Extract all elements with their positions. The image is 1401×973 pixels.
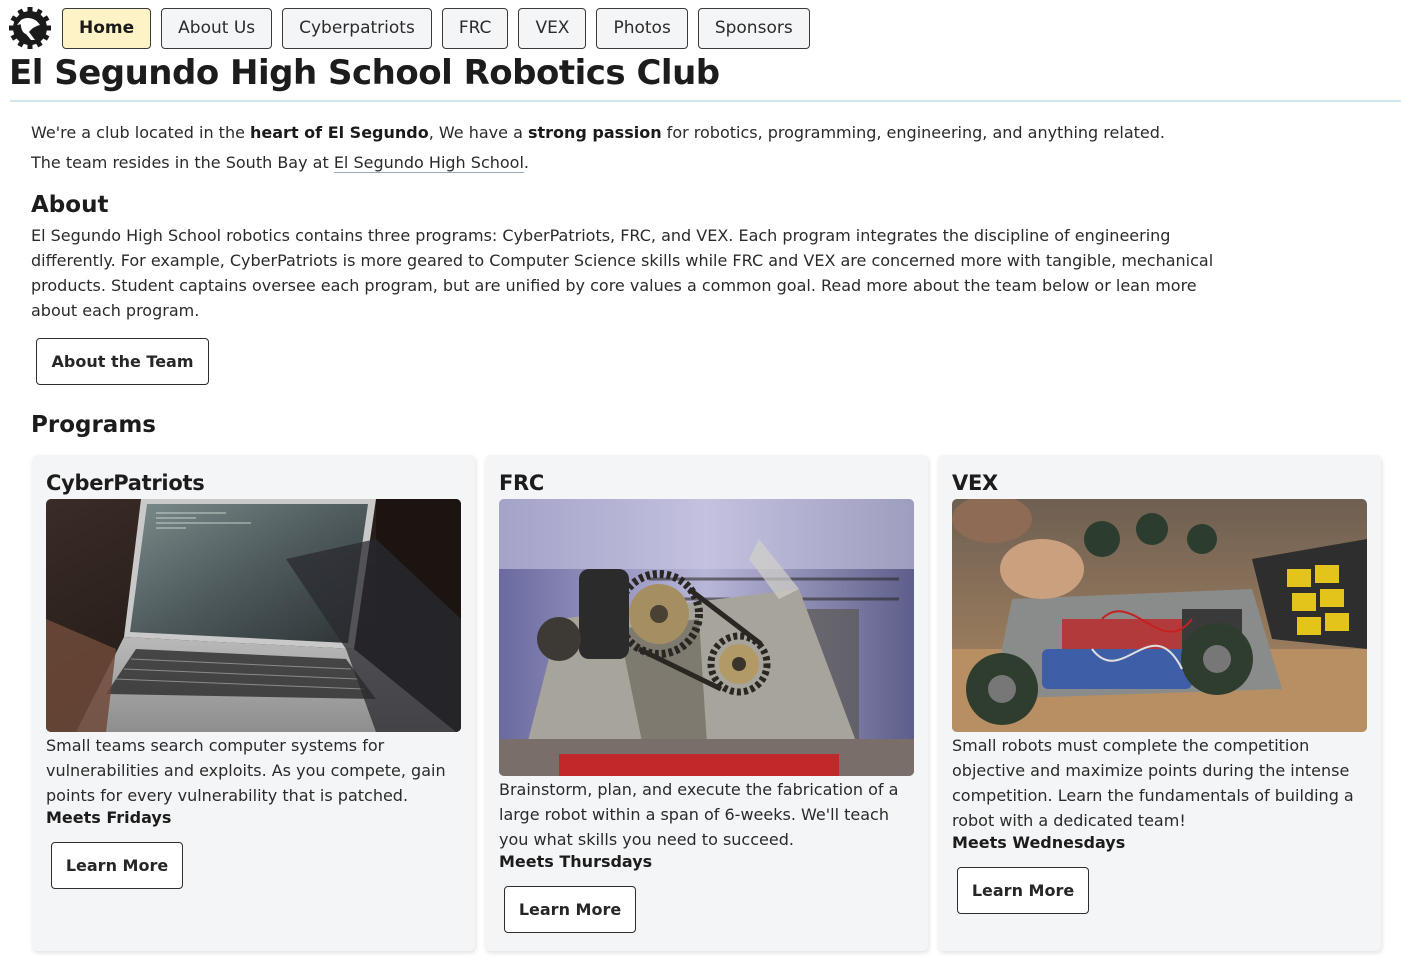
nav-sponsors[interactable]: Sponsors — [697, 7, 810, 49]
card-title: FRC — [499, 471, 545, 495]
program-card-cyberpatriots: CyberPatriots Small teams search compute… — [32, 455, 475, 951]
card-meeting-day: Meets Wednesdays — [952, 833, 1126, 852]
nav-vex[interactable]: VEX — [518, 7, 587, 49]
top-navigation: Home About Us Cyberpatriots FRC VEX Phot… — [8, 6, 820, 50]
intro-highlight: strong passion — [527, 123, 662, 142]
nav-cyberpatriots[interactable]: Cyberpatriots — [282, 7, 432, 49]
intro-text-part: We're a club located in the — [31, 123, 251, 142]
intro-text-part: for robotics, programming, engineering, … — [661, 123, 1165, 142]
card-title: CyberPatriots — [46, 471, 205, 495]
intro-text: We're a club located in the heart of El … — [31, 118, 1165, 178]
eagle-gear-logo-icon[interactable] — [8, 6, 52, 50]
card-description: Small robots must complete the competiti… — [952, 736, 1354, 830]
intro-line-1: We're a club located in the heart of El … — [31, 118, 1165, 148]
nav-home[interactable]: Home — [62, 7, 152, 49]
robot-gearbox-photo-icon — [499, 499, 914, 776]
page-title: El Segundo High School Robotics Club — [9, 53, 720, 93]
learn-more-cyberpatriots-button[interactable]: Learn More — [51, 842, 183, 889]
card-description: Brainstorm, plan, and execute the fabric… — [499, 780, 899, 849]
title-divider — [10, 100, 1401, 102]
card-meeting-day: Meets Fridays — [46, 808, 172, 827]
nav-photos[interactable]: Photos — [596, 7, 688, 49]
card-description: Small teams search computer systems for … — [46, 736, 446, 805]
card-title: VEX — [952, 471, 998, 495]
learn-more-frc-button[interactable]: Learn More — [504, 886, 636, 933]
programs-heading: Programs — [31, 412, 156, 438]
program-card-vex: VEX Small robots must complete the compe… — [938, 455, 1381, 951]
vex-robot-build-photo-icon — [952, 499, 1367, 732]
intro-highlight: heart of El Segundo — [250, 123, 429, 142]
nav-frc[interactable]: FRC — [441, 7, 509, 49]
intro-line-2: The team resides in the South Bay at El … — [31, 148, 1165, 178]
learn-more-vex-button[interactable]: Learn More — [957, 867, 1089, 914]
school-name-text: El Segundo High School — [333, 153, 524, 173]
intro-text-part: . — [523, 153, 529, 172]
intro-text-part: , We have a — [428, 123, 528, 142]
about-heading: About — [31, 192, 109, 218]
nav-about-us[interactable]: About Us — [161, 7, 273, 49]
about-the-team-button[interactable]: About the Team — [36, 338, 209, 385]
program-card-frc: FRC Brainstorm, plan, and execute the fa… — [485, 455, 928, 951]
card-meeting-day: Meets Thursdays — [499, 852, 653, 871]
about-paragraph: El Segundo High School robotics contains… — [31, 226, 1214, 320]
intro-text-part: The team resides in the South Bay at — [31, 153, 334, 172]
laptop-terminal-photo-icon — [46, 499, 461, 732]
